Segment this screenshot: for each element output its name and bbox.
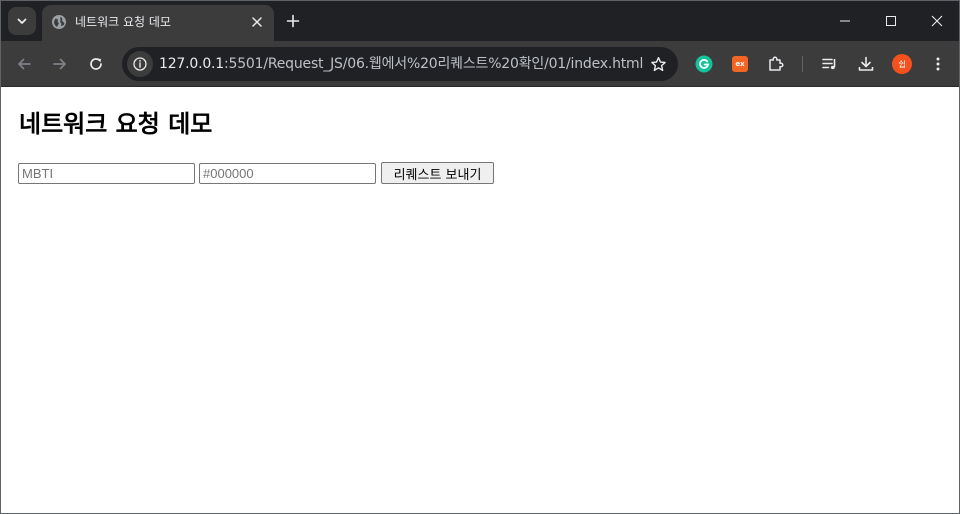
back-button[interactable] xyxy=(10,50,38,78)
close-icon xyxy=(931,15,943,27)
reload-button[interactable] xyxy=(82,50,110,78)
close-icon xyxy=(252,17,262,27)
bookmark-star-button[interactable] xyxy=(648,54,668,74)
media-queue-icon xyxy=(822,58,836,70)
page-title: 네트워크 요청 데모 xyxy=(19,110,213,138)
tab-search-button[interactable] xyxy=(8,7,36,35)
arrow-right-icon xyxy=(53,58,66,70)
tab-strip: 네트워크 요청 데모 xyxy=(1,1,959,41)
puzzle-icon xyxy=(769,56,784,71)
download-icon xyxy=(858,56,874,71)
tab-close-button[interactable] xyxy=(248,13,266,31)
maximize-icon xyxy=(886,16,896,26)
orange-extension-button[interactable]: ex xyxy=(726,50,754,78)
address-bar[interactable]: 127.0.0.1:5501/Request_JS/06.웹에서%20리퀘스트%… xyxy=(122,47,678,81)
send-request-button[interactable]: 리퀘스트 보내기 xyxy=(381,162,494,184)
arrow-left-icon xyxy=(18,58,31,70)
url-host: 127.0.0.1 xyxy=(159,56,224,72)
tab-active[interactable]: 네트워크 요청 데모 xyxy=(42,5,274,41)
plus-icon xyxy=(286,14,300,28)
color-input[interactable] xyxy=(199,163,376,184)
toolbar-divider xyxy=(802,56,803,72)
window-close-button[interactable] xyxy=(914,1,959,41)
site-info-button[interactable] xyxy=(127,51,153,77)
star-icon xyxy=(650,56,666,71)
profile-button[interactable]: 쉽 xyxy=(888,50,916,78)
downloads-button[interactable] xyxy=(852,50,880,78)
minimize-button[interactable] xyxy=(822,1,868,41)
forward-button[interactable] xyxy=(46,50,74,78)
chevron-down-icon xyxy=(17,18,27,24)
page-content: 네트워크 요청 데모 리퀘스트 보내기 xyxy=(1,88,959,513)
reading-list-button[interactable] xyxy=(816,50,844,78)
avatar: 쉽 xyxy=(892,54,912,74)
browser-window: 네트워크 요청 데모 127.0.0.1:5501/Request_JS/06.… xyxy=(0,0,960,514)
minimize-icon xyxy=(840,20,850,22)
grammarly-extension-button[interactable] xyxy=(690,50,718,78)
browser-menu-button[interactable] xyxy=(924,50,952,78)
new-tab-button[interactable] xyxy=(282,10,304,32)
extension-badge-icon: ex xyxy=(732,56,748,72)
extensions-button[interactable] xyxy=(762,50,790,78)
globe-icon xyxy=(52,15,66,29)
grammarly-icon xyxy=(695,55,713,73)
mbti-input[interactable] xyxy=(18,163,195,184)
url-text[interactable]: 127.0.0.1:5501/Request_JS/06.웹에서%20리퀘스트%… xyxy=(159,55,643,73)
reload-icon xyxy=(90,58,102,70)
info-icon xyxy=(133,57,147,71)
more-vertical-icon xyxy=(936,57,940,71)
tab-title: 네트워크 요청 데모 xyxy=(75,15,171,29)
maximize-button[interactable] xyxy=(868,1,914,41)
browser-toolbar: 127.0.0.1:5501/Request_JS/06.웹에서%20리퀘스트%… xyxy=(1,41,959,87)
url-path: :5501/Request_JS/06.웹에서%20리퀘스트%20확인/01/i… xyxy=(224,56,644,72)
